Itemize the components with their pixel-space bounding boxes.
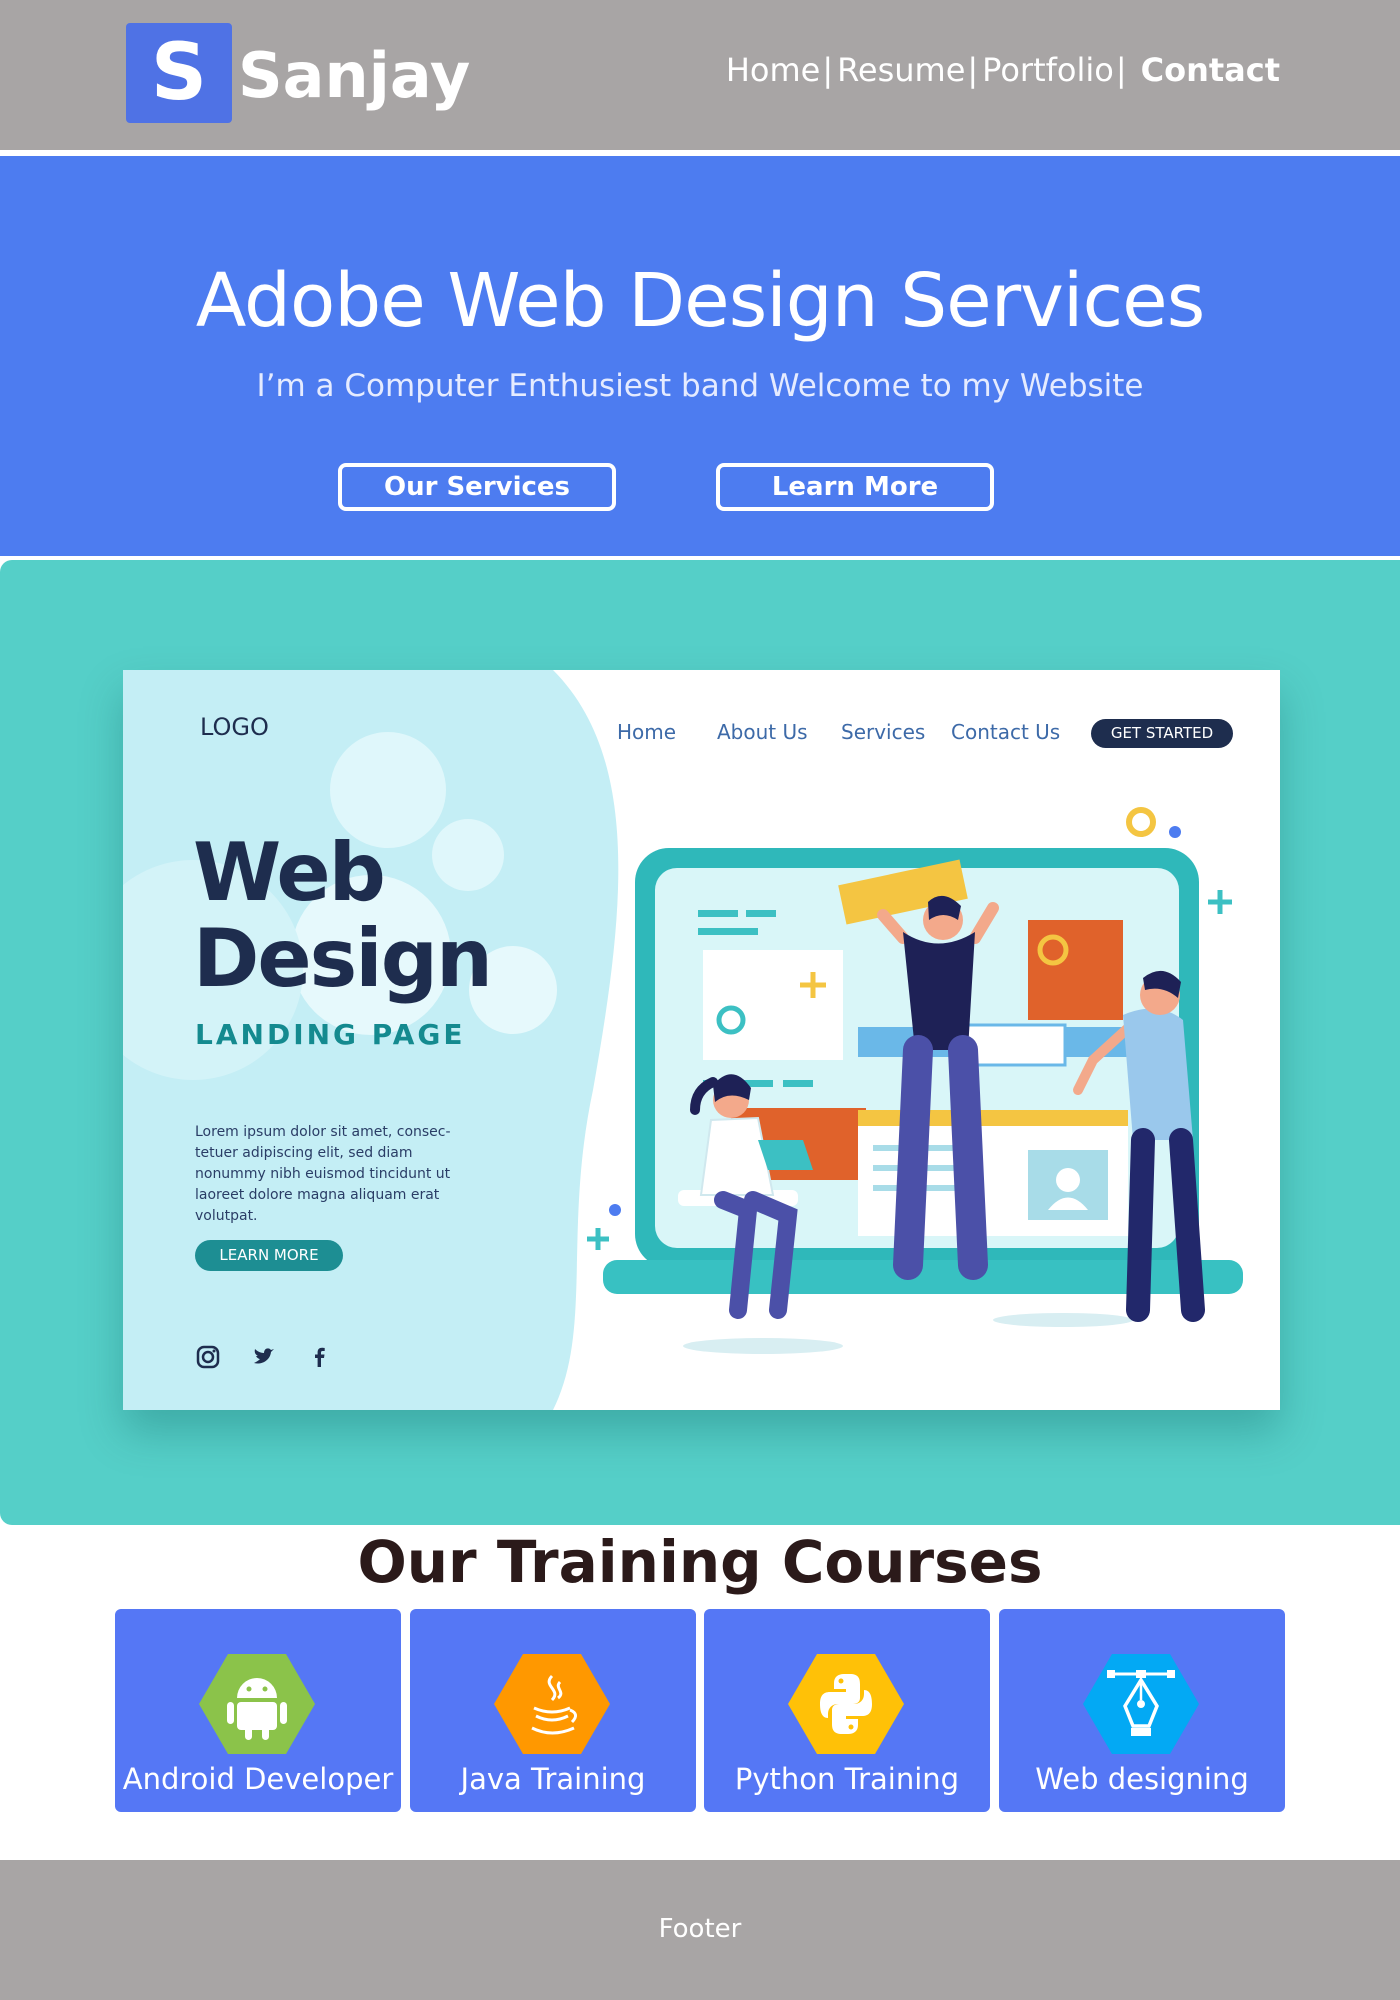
- pen-tool-icon: [1083, 1654, 1199, 1754]
- hero-subtitle: I’m a Computer Enthusiest band Welcome t…: [256, 368, 1144, 404]
- facebook-icon: [315, 1347, 325, 1367]
- learn-more-button[interactable]: Learn More: [716, 463, 994, 511]
- hero-section: Adobe Web Design Services I’m a Computer…: [0, 156, 1400, 556]
- course-card-java[interactable]: Java Training: [410, 1609, 696, 1812]
- illustration-learn-more: LEARN MORE: [195, 1240, 343, 1271]
- illustration-subheadline: LANDING PAGE: [195, 1018, 466, 1051]
- python-icon: [788, 1654, 904, 1754]
- illustration-nav-contact: Contact Us: [951, 720, 1061, 744]
- nav-separator: |: [1115, 51, 1127, 89]
- logo-badge[interactable]: S: [126, 23, 232, 123]
- showcase-section: LOGO Home About Us Services Contact Us G…: [0, 560, 1400, 1525]
- illustration-logo: LOGO: [200, 713, 269, 741]
- main-nav: Home| Resume| Portfolio| Contact: [726, 48, 1280, 92]
- illustration-headline-web: Web: [193, 826, 386, 919]
- illustration-nav-about: About Us: [717, 720, 808, 744]
- instagram-icon: [196, 1345, 220, 1369]
- course-card-web-designing[interactable]: Web designing: [999, 1609, 1285, 1812]
- nav-separator: |: [822, 51, 834, 89]
- course-label: Python Training: [734, 1762, 960, 1796]
- course-label: Web designing: [1035, 1762, 1249, 1796]
- course-card-python[interactable]: Python Training: [704, 1609, 990, 1812]
- nav-home[interactable]: Home: [726, 48, 821, 92]
- illustration-nav-home: Home: [617, 720, 677, 744]
- illustration-nav-services: Services: [841, 720, 926, 744]
- nav-resume[interactable]: Resume: [837, 48, 965, 92]
- site-footer: Footer: [0, 1860, 1400, 2000]
- web-design-illustration: LOGO Home About Us Services Contact Us G…: [123, 670, 1280, 1410]
- courses-title: Our Training Courses: [357, 1528, 1043, 1596]
- hero-title: Adobe Web Design Services: [195, 258, 1206, 344]
- footer-text: Footer: [658, 1914, 742, 1944]
- nav-portfolio[interactable]: Portfolio: [982, 48, 1114, 92]
- illustration-body-text: Lorem ipsum dolor sit amet, consec- tetu…: [195, 1124, 451, 1224]
- nav-contact[interactable]: Contact: [1141, 48, 1280, 92]
- java-icon: [494, 1654, 610, 1754]
- illustration-get-started: GET STARTED: [1091, 719, 1233, 748]
- illustration-headline: Web Design: [193, 830, 493, 1005]
- site-header: S Sanjay Home| Resume| Portfolio| Contact: [0, 0, 1400, 150]
- our-services-button[interactable]: Our Services: [338, 463, 616, 511]
- twitter-icon: [254, 1348, 274, 1364]
- android-icon: [199, 1654, 315, 1754]
- nav-separator: |: [967, 51, 979, 89]
- course-label: Android Developer: [122, 1762, 394, 1796]
- logo-name[interactable]: Sanjay: [238, 36, 470, 116]
- course-card-android[interactable]: Android Developer: [115, 1609, 401, 1812]
- illustration-headline-design: Design: [193, 912, 493, 1005]
- course-label: Java Training: [460, 1762, 646, 1796]
